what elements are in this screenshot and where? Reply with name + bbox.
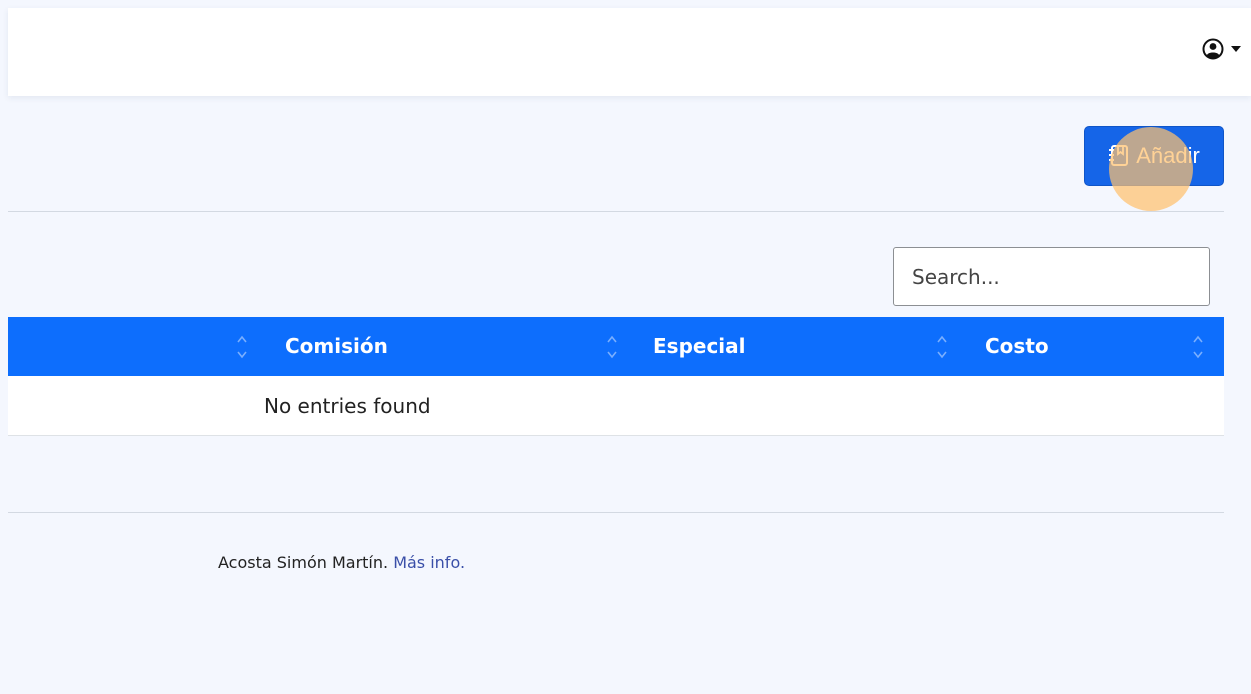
sort-icon[interactable] xyxy=(606,334,618,360)
table-row: No entries found xyxy=(8,376,1224,436)
footer: Acosta Simón Martín. Más info. xyxy=(218,553,465,572)
add-button-label: Añadir xyxy=(1136,143,1200,168)
sort-icon[interactable] xyxy=(936,334,948,360)
empty-table-message: No entries found xyxy=(264,394,431,418)
add-button[interactable]: Añadir xyxy=(1084,126,1224,186)
notebook-icon xyxy=(1108,144,1130,168)
footer-divider xyxy=(8,512,1224,513)
more-info-link[interactable]: Más info. xyxy=(393,553,465,572)
user-menu[interactable] xyxy=(1202,38,1241,60)
column-header-comision[interactable]: Comisión xyxy=(285,317,388,376)
table-header: Comisión Especial Costo xyxy=(8,317,1224,376)
sort-icon[interactable] xyxy=(1192,334,1204,360)
column-header-especial[interactable]: Especial xyxy=(653,317,746,376)
section-divider xyxy=(8,211,1224,212)
caret-down-icon xyxy=(1231,46,1241,52)
search-input[interactable] xyxy=(893,247,1210,306)
user-circle-icon xyxy=(1202,38,1224,60)
footer-author: Acosta Simón Martín. xyxy=(218,553,389,572)
top-navbar xyxy=(8,8,1251,96)
column-header-costo[interactable]: Costo xyxy=(985,317,1049,376)
sort-icon[interactable] xyxy=(236,334,248,360)
